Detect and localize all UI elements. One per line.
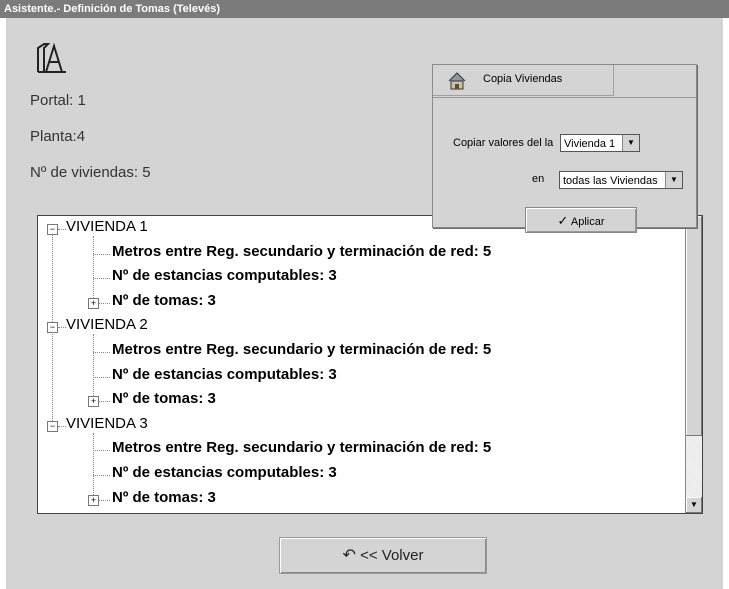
tree-node-metros[interactable]: Metros entre Reg. secundario y terminaci…: [112, 341, 491, 358]
back-button[interactable]: ↶ << Volver: [279, 537, 487, 574]
expand-toggle-icon[interactable]: +: [88, 297, 99, 309]
tree-node-estancias[interactable]: Nº de estancias computables: 3: [112, 267, 337, 284]
expand-toggle-icon[interactable]: +: [88, 396, 99, 408]
back-arrow-icon: ↶: [342, 547, 356, 564]
tree-node-tomas[interactable]: Nº de tomas: 3: [112, 489, 216, 506]
tree-connector: [93, 432, 94, 495]
building-a-icon: [37, 42, 66, 73]
tree-connector: [93, 334, 94, 397]
copy-to-label: en: [532, 173, 545, 185]
house-icon: [448, 72, 466, 90]
copy-from-label: Copiar valores del la: [453, 137, 554, 149]
vertical-scrollbar[interactable]: ▼: [685, 216, 702, 513]
planta-label: Planta:4: [30, 128, 86, 145]
tree-connector: [93, 376, 110, 378]
wizard-window: Asistente.- Definición de Tomas (Televés…: [0, 0, 729, 589]
tree-node-tomas[interactable]: Nº de tomas: 3: [112, 390, 216, 407]
apply-button[interactable]: ✓ Aplicar: [525, 207, 637, 233]
expand-toggle-icon[interactable]: +: [88, 494, 99, 506]
vivienda-source-value: Vivienda 1: [564, 138, 616, 150]
scroll-down-button[interactable]: ▼: [686, 497, 702, 513]
tree-connector: [52, 234, 53, 323]
chevron-down-icon: ▼: [622, 135, 639, 151]
tree-connector: [93, 352, 110, 353]
tree-node-vivienda[interactable]: VIVIENDA 2: [66, 316, 148, 333]
vivienda-source-select[interactable]: Vivienda 1 ▼: [560, 134, 640, 152]
tree-node-vivienda[interactable]: VIVIENDA 3: [66, 415, 148, 432]
tree-connector: [93, 450, 110, 452]
portal-label: Portal: 1: [30, 92, 86, 109]
apply-button-label: Aplicar: [570, 216, 605, 228]
collapse-toggle-icon[interactable]: −: [47, 420, 58, 432]
checkmark-icon: ✓: [557, 213, 569, 228]
tree-node-vivienda[interactable]: VIVIENDA 1: [66, 218, 148, 235]
viviendas-tree[interactable]: − VIVIENDA 1 Metros entre Reg. secundario …: [37, 215, 703, 514]
back-button-label: << Volver: [360, 547, 424, 564]
tree-node-metros[interactable]: Metros entre Reg. secundario y terminaci…: [112, 439, 491, 456]
tree-connector: [93, 236, 94, 298]
scroll-thumb[interactable]: [686, 216, 702, 436]
tree-connector: [93, 253, 110, 255]
copy-viviendas-header[interactable]: Copia Viviendas: [433, 65, 614, 96]
tree-connector: [58, 425, 66, 427]
window-title: Asistente.- Definición de Tomas (Televés…: [0, 0, 729, 18]
tree-node-tomas[interactable]: Nº de tomas: 3: [112, 292, 216, 309]
tree-connector: [58, 229, 66, 230]
tree-node-metros[interactable]: Metros entre Reg. secundario y terminaci…: [112, 243, 491, 260]
chevron-down-icon: ▼: [665, 172, 682, 188]
vivienda-target-select[interactable]: todas las Viviendas ▼: [559, 171, 683, 189]
copy-viviendas-title: Copia Viviendas: [483, 73, 563, 85]
tree-connector: [58, 327, 66, 329]
vivienda-target-value: todas las Viviendas: [563, 175, 658, 187]
divider: [433, 97, 696, 98]
copy-viviendas-panel: Copia Viviendas Copiar valores del la Vi…: [432, 64, 697, 233]
viviendas-count-label: Nº de viviendas: 5: [30, 164, 151, 181]
tree-connector: [93, 475, 110, 476]
tree-connector: [93, 278, 110, 280]
tree-connector: [52, 332, 53, 421]
tree-node-estancias[interactable]: Nº de estancias computables: 3: [112, 464, 337, 481]
tree-node-estancias[interactable]: Nº de estancias computables: 3: [112, 366, 337, 383]
